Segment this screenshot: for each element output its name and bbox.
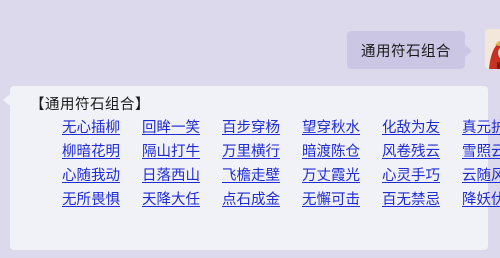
- combo-link[interactable]: 风卷残云: [382, 140, 462, 164]
- combo-link[interactable]: 点石成金: [222, 188, 302, 212]
- combo-link[interactable]: 无心插柳: [62, 116, 142, 140]
- combo-link[interactable]: 望穿秋水: [302, 116, 382, 140]
- bubble-tail: [465, 45, 472, 57]
- reply-title: 【通用符石组合】: [30, 97, 150, 113]
- combo-link[interactable]: 回眸一笑: [142, 116, 222, 140]
- combo-link[interactable]: 真元护体: [462, 116, 500, 140]
- combo-link[interactable]: 万里横行: [222, 140, 302, 164]
- combo-link[interactable]: 暗渡陈仓: [302, 140, 382, 164]
- combo-link[interactable]: 万丈霞光: [302, 164, 382, 188]
- avatar-image: [485, 29, 500, 69]
- combo-link[interactable]: 云随风舞: [462, 164, 500, 188]
- combo-link[interactable]: 百步穿杨: [222, 116, 302, 140]
- combo-link[interactable]: 柳暗花明: [62, 140, 142, 164]
- bubble-tail: [3, 94, 10, 106]
- combo-link[interactable]: 无懈可击: [302, 188, 382, 212]
- combo-link[interactable]: 飞檐走壁: [222, 164, 302, 188]
- combo-link[interactable]: 无所畏惧: [62, 188, 142, 212]
- combo-link[interactable]: 降妖伏魔: [462, 188, 500, 212]
- combo-link-grid: 无心插柳回眸一笑百步穿杨望穿秋水化敌为友真元护体柳暗花明隔山打牛万里横行暗渡陈仓…: [62, 116, 500, 212]
- combo-link[interactable]: 雪照云光: [462, 140, 500, 164]
- combo-link[interactable]: 百无禁忌: [382, 188, 462, 212]
- combo-link[interactable]: 心灵手巧: [382, 164, 462, 188]
- combo-link[interactable]: 化敌为友: [382, 116, 462, 140]
- combo-link[interactable]: 日落西山: [142, 164, 222, 188]
- combo-link[interactable]: 天降大任: [142, 188, 222, 212]
- user-message-bubble: 通用符石组合: [347, 31, 472, 69]
- user-message-text: 通用符石组合: [361, 43, 451, 60]
- combo-link[interactable]: 隔山打牛: [142, 140, 222, 164]
- combo-link[interactable]: 心随我动: [62, 164, 142, 188]
- user-avatar[interactable]: [485, 29, 500, 69]
